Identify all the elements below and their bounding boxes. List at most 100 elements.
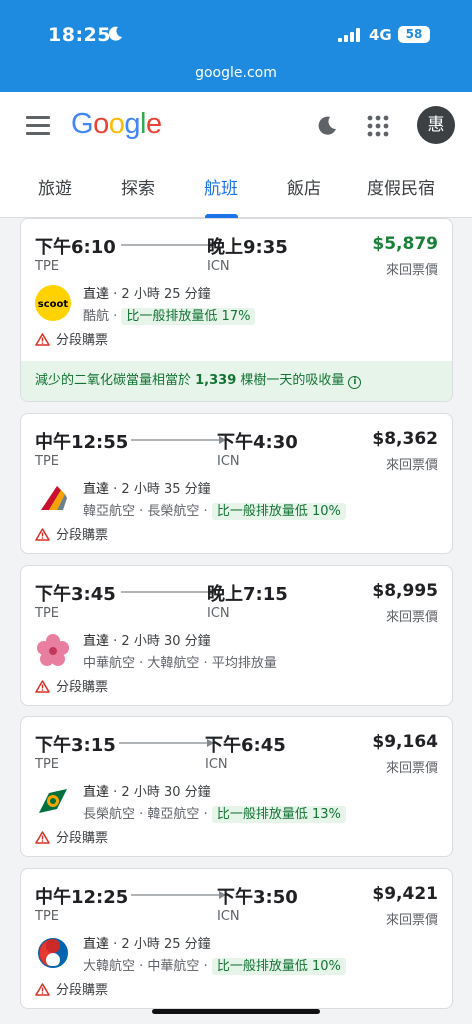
apps-grid-icon[interactable] [367,115,389,137]
logo-letter: g [124,108,140,140]
logo-letter: o [93,108,109,140]
airline-info: 韓亞航空 · 長榮航空 · 比一般排放量低 10% [83,500,346,520]
home-indicator[interactable] [152,1009,320,1014]
logo-letter: o [108,108,125,140]
warning-icon [35,333,50,346]
svg-text:scoot: scoot [38,299,69,310]
warning: 分段購票 [35,329,108,348]
price-note: 來回票價 [385,263,438,278]
avatar[interactable]: 惠 [417,106,455,144]
price: $9,421 [372,884,438,904]
asiana-logo-icon [41,486,67,510]
duration: 2 小時 25 分鐘 [121,287,211,302]
arrival-airport: ICN [217,454,240,469]
arrival-time: 晚上9:35 [207,237,288,258]
price-note: 來回票價 [385,913,438,928]
logo-letter: e [145,108,162,140]
google-header: Google 惠 旅遊 探索 航班 飯店 度假民宿 [0,92,472,218]
info-icon[interactable]: i [348,376,362,389]
departure-airport: TPE [35,757,59,772]
stops: 直達 [83,287,110,302]
stops: 直達 [83,482,110,497]
warning-text: 分段購票 [56,831,109,846]
duration: 2 小時 35 分鐘 [121,482,211,497]
moon-icon [108,26,122,41]
emissions-banner: 減少的二氧化碳當量相當於 1,339 棵樹一天的吸收量 i [21,361,452,401]
scoot-logo-icon: scoot [35,285,71,321]
flight-summary: 直達 · 2 小時 30 分鐘 [83,785,211,800]
stops: 直達 [83,785,110,800]
arrival-time: 下午4:30 [217,432,298,453]
price: $5,879 [372,234,438,254]
arrival-airport: ICN [217,909,240,924]
flight-card[interactable]: 下午6:10 晚上9:35 TPE ICN $5,879 來回票價 scoot … [20,218,453,402]
arrow-icon [131,436,226,444]
banner-prefix: 減少的二氧化碳當量相當於 [35,373,196,388]
warning-icon [35,983,50,996]
tab-vacation-rentals[interactable]: 度假民宿 [367,174,435,218]
departure-airport: TPE [35,259,59,274]
airline-info: 中華航空 · 大韓航空 · 平均排放量 [83,656,277,671]
airline-names: 酷航 [83,309,110,324]
departure-time: 下午6:10 [35,237,116,258]
dark-mode-icon[interactable] [316,115,338,137]
departure-airport: TPE [35,909,59,924]
departure-airport: TPE [35,454,59,469]
airline-names: 中華航空 · 大韓航空 [83,656,200,671]
price: $8,362 [372,429,438,449]
tab-flights[interactable]: 航班 [204,174,238,218]
tab-hotels[interactable]: 飯店 [287,174,321,218]
duration: 2 小時 25 分鐘 [121,937,211,952]
price-note: 來回票價 [385,458,438,473]
url-bar[interactable]: google.com [0,58,472,92]
arrival-time: 晚上7:15 [207,584,288,605]
warning-icon [35,680,50,693]
flight-summary: 直達 · 2 小時 30 分鐘 [83,634,211,649]
departure-time: 中午12:25 [35,887,129,908]
arrow-icon [131,891,226,899]
duration: 2 小時 30 分鐘 [121,634,211,649]
flight-card[interactable]: 中午12:55 下午4:30 TPE ICN $8,362 來回票價 直達 · … [20,413,453,554]
warning: 分段購票 [35,979,108,998]
emissions-badge: 比一般排放量低 17% [121,308,256,325]
airline-info: 大韓航空 · 中華航空 · 比一般排放量低 10% [83,955,346,975]
departure-time: 中午12:55 [35,432,129,453]
banner-count: 1,339 [195,373,237,388]
warning-text: 分段購票 [56,983,109,998]
tab-explore[interactable]: 探索 [121,174,155,218]
airline-info: 長榮航空 · 韓亞航空 · 比一般排放量低 13% [83,803,346,823]
battery-indicator: 58 [398,26,430,43]
flight-card[interactable]: 中午12:25 下午3:50 TPE ICN $9,421 來回票價 直達 · … [20,868,453,1009]
price-note: 來回票價 [385,761,438,776]
arrival-time: 下午6:45 [205,735,286,756]
flight-summary: 直達 · 2 小時 35 分鐘 [83,482,211,497]
departure-airport: TPE [35,606,59,621]
emissions-badge: 比一般排放量低 10% [211,503,346,520]
price: $9,164 [372,732,438,752]
google-logo[interactable]: Google [71,108,162,141]
arrival-airport: ICN [207,259,230,274]
arrival-airport: ICN [207,606,230,621]
arrival-time: 下午3:50 [217,887,298,908]
emissions-badge: 比一般排放量低 10% [211,958,346,975]
flight-card[interactable]: 下午3:15 下午6:45 TPE ICN $9,164 來回票價 直達 · 2… [20,716,453,857]
nav-tabs: 旅遊 探索 航班 飯店 度假民宿 [0,170,472,218]
price-note: 來回票價 [385,610,438,625]
warning-icon [35,831,50,844]
network-type: 4G [369,26,392,44]
departure-time: 下午3:45 [35,584,116,605]
stops: 直達 [83,937,110,952]
airline-names: 大韓航空 · 中華航空 [83,959,200,974]
menu-icon[interactable] [26,116,50,136]
status-time: 18:25 [48,24,111,46]
tab-travel[interactable]: 旅遊 [38,174,72,218]
warning-text: 分段購票 [56,333,109,348]
arrow-icon [119,739,214,747]
arrow-icon [121,588,216,596]
emissions-badge: 比一般排放量低 13% [211,806,346,823]
flight-card[interactable]: 下午3:45 晚上7:15 TPE ICN $8,995 來回票價 直達 · 2… [20,565,453,706]
price: $8,995 [372,581,438,601]
flight-summary: 直達 · 2 小時 25 分鐘 [83,937,211,952]
status-bar: 18:25 4G 58 [0,0,472,58]
warning: 分段購票 [35,827,108,846]
